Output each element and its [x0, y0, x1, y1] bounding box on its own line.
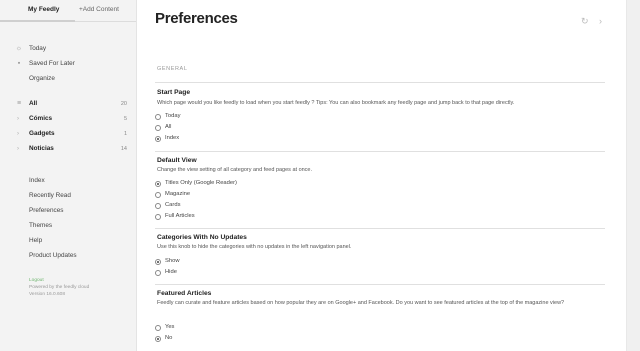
- radio-label: Hide: [165, 269, 177, 275]
- refresh-icon[interactable]: ↻: [581, 16, 589, 26]
- category-label: Gadgets: [29, 130, 55, 137]
- pref-heading-featured: Featured Articles: [157, 290, 212, 297]
- radio-label: Yes: [165, 324, 175, 330]
- radio-button[interactable]: [155, 213, 161, 220]
- radio-button[interactable]: [155, 124, 161, 131]
- category-label: All: [29, 100, 38, 107]
- sidebar: My Feedly +Add Content ☼ Today ▪ Saved F…: [0, 0, 137, 351]
- divider: [155, 228, 605, 229]
- all-feeds-icon: ≡: [16, 100, 22, 107]
- radio-label: Magazine: [165, 191, 191, 197]
- sidebar-category-comics[interactable]: › Cómics 5: [15, 114, 127, 124]
- page-title: Preferences: [155, 10, 238, 27]
- sidebar-category-gadgets[interactable]: › Gadgets 1: [15, 129, 127, 139]
- pref-description: Use this knob to hide the categories wit…: [157, 244, 352, 250]
- bookmark-icon: ▪: [17, 60, 21, 67]
- sidebar-item-label: Saved For Later: [29, 60, 75, 67]
- radio-label: Today: [165, 113, 181, 119]
- radio-label: Cards: [165, 202, 181, 208]
- active-tab-indicator: [0, 20, 75, 22]
- logout-link[interactable]: Logout: [29, 278, 44, 284]
- version-text: Version 16.0.608: [29, 292, 66, 297]
- radio-label: All: [165, 124, 172, 130]
- category-label: Noticias: [29, 145, 54, 152]
- radio-button-selected[interactable]: [155, 335, 161, 342]
- pref-heading-default-view: Default View: [157, 157, 197, 164]
- radio-label: Titles Only (Google Reader): [165, 180, 237, 186]
- pref-heading-categories: Categories With No Updates: [157, 234, 247, 241]
- sidebar-link-product-updates[interactable]: Product Updates: [29, 251, 77, 260]
- radio-label: Index: [165, 135, 180, 141]
- sidebar-category-noticias[interactable]: › Noticias 14: [15, 144, 127, 154]
- tab-my-feedly[interactable]: My Feedly: [28, 5, 59, 14]
- sidebar-item-label: Today: [29, 45, 47, 52]
- main-panel: Preferences ↻ › GENERAL Start Page Which…: [138, 0, 640, 351]
- radio-button[interactable]: [155, 269, 161, 276]
- powered-by-text: Powered by the feedly cloud: [29, 285, 90, 290]
- chevron-right-icon[interactable]: ›: [17, 114, 19, 124]
- chevron-right-icon[interactable]: ›: [17, 144, 19, 154]
- radio-button-selected[interactable]: [155, 180, 161, 187]
- unread-count: 1: [123, 131, 127, 137]
- radio-button[interactable]: [155, 324, 161, 331]
- section-label: GENERAL: [157, 66, 188, 72]
- sidebar-item-organize[interactable]: Organize: [15, 74, 127, 84]
- pref-heading-start-page: Start Page: [157, 89, 191, 96]
- divider: [155, 284, 605, 285]
- radio-button[interactable]: [155, 191, 161, 198]
- pref-description: Change the view setting of all category …: [157, 167, 313, 173]
- radio-button-selected[interactable]: [155, 258, 161, 265]
- scrollbar-track[interactable]: [626, 0, 640, 351]
- sidebar-link-themes[interactable]: Themes: [29, 221, 52, 230]
- sidebar-link-preferences[interactable]: Preferences: [29, 206, 63, 215]
- divider: [155, 151, 605, 152]
- header-actions: ↻ ›: [573, 16, 602, 27]
- tab-add-content[interactable]: +Add Content: [79, 5, 119, 14]
- pref-description: Which page would you like feedly to load…: [157, 100, 515, 106]
- radio-label: Full Articles: [165, 213, 195, 219]
- sidebar-item-saved[interactable]: ▪ Saved For Later: [15, 59, 127, 69]
- radio-button-selected[interactable]: [155, 135, 161, 142]
- unread-count: 14: [120, 146, 127, 152]
- unread-count: 5: [123, 116, 127, 122]
- radio-button[interactable]: [155, 113, 161, 120]
- radio-button[interactable]: [155, 202, 161, 209]
- radio-label: Show: [165, 258, 180, 264]
- radio-label: No: [165, 335, 173, 341]
- chevron-right-icon[interactable]: ›: [17, 129, 19, 139]
- sidebar-link-help[interactable]: Help: [29, 236, 42, 245]
- unread-count: 20: [120, 101, 127, 107]
- divider: [155, 82, 605, 83]
- sidebar-item-label: Organize: [29, 75, 55, 82]
- sidebar-link-recently-read[interactable]: Recently Read: [29, 191, 71, 200]
- pref-description: Feedly can curate and feature articles b…: [157, 300, 565, 306]
- chevron-right-icon[interactable]: ›: [599, 16, 602, 26]
- sidebar-category-all[interactable]: ≡ All 20: [15, 99, 127, 109]
- sidebar-link-index[interactable]: Index: [29, 176, 45, 185]
- category-label: Cómics: [29, 115, 53, 122]
- sun-icon: ☼: [15, 45, 23, 52]
- sidebar-tabs: My Feedly +Add Content: [0, 0, 136, 22]
- sidebar-item-today[interactable]: ☼ Today: [15, 44, 127, 54]
